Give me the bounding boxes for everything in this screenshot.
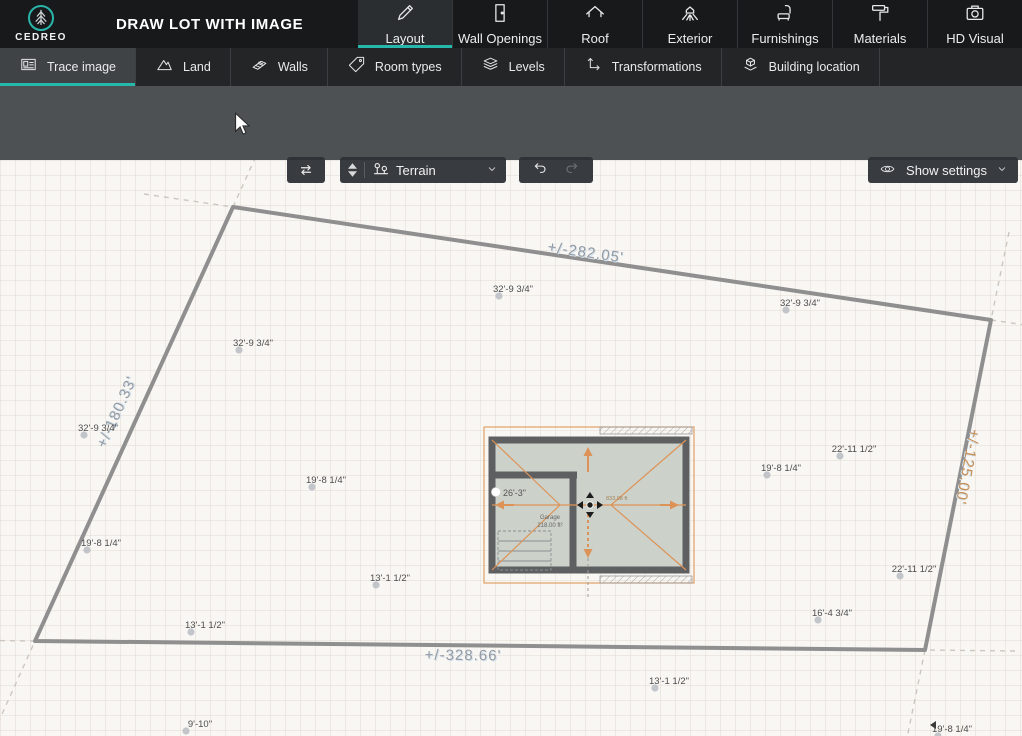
elevation-point-label: 13'-1 1/2" <box>370 573 410 584</box>
elevation-point-label: 19'-8 1/4" <box>932 724 972 735</box>
tab-hd-visual[interactable]: HD Visual <box>928 0 1022 48</box>
elevation-point-label: 9'-10" <box>188 719 212 730</box>
app-header: CEDREO DRAW LOT WITH IMAGE Layout Wall Op… <box>0 0 1022 48</box>
furnishings-icon <box>774 2 796 29</box>
redo-button[interactable] <box>563 161 580 179</box>
walls-icon <box>250 55 269 79</box>
garage-dim-label: 26'-3" <box>503 488 526 498</box>
levels-icon <box>481 55 500 79</box>
subtab-walls[interactable]: Walls <box>231 48 328 86</box>
cedreo-logo[interactable]: CEDREO <box>8 2 74 46</box>
swap-arrows-icon <box>297 161 315 179</box>
subtab-label: Land <box>183 60 211 74</box>
chevron-down-icon <box>486 163 498 178</box>
spinner-down-icon[interactable] <box>348 171 357 177</box>
subtab-transformations[interactable]: Transformations <box>565 48 722 86</box>
subtab-label: Levels <box>509 60 545 74</box>
subtab-label: Walls <box>278 60 308 74</box>
elevation-point-label: 32'-9 3/4" <box>780 298 820 309</box>
door-icon <box>489 2 511 29</box>
tab-furnishings[interactable]: Furnishings <box>738 0 833 48</box>
replace-image-button[interactable] <box>287 157 325 183</box>
layout-sub-toolbar: Trace image Land Walls Room types Levels Tran… <box>0 48 1022 86</box>
subtab-label: Transformations <box>612 60 702 74</box>
redo-icon <box>563 161 580 176</box>
main-nav-tabs: Layout Wall Openings Roof Exterior Furnishin… <box>358 0 1022 48</box>
site-plan-canvas[interactable]: +/-282.05' +/-180.33' +/-125.00' +/-328.66'… <box>0 160 1022 736</box>
elevation-point-label: 22'-11 1/2" <box>832 444 877 455</box>
elevation-point-label: 19'-8 1/4" <box>81 538 121 549</box>
paint-roller-icon <box>869 2 891 29</box>
building-footprint[interactable]: 26'-3" 833.98 ft Garage 218.00 ft² <box>484 427 694 600</box>
house-area-label: 833.98 ft <box>606 496 628 502</box>
elevation-point-label: 13'-1 1/2" <box>649 676 689 687</box>
tab-label: Roof <box>581 31 608 46</box>
hatched-strip-bottom <box>600 576 692 583</box>
exterior-icon <box>679 2 701 29</box>
subtab-levels[interactable]: Levels <box>462 48 565 86</box>
tool-options-panel <box>0 86 1022 160</box>
eye-icon <box>878 161 897 180</box>
tab-label: Exterior <box>668 31 713 46</box>
tab-label: Wall Openings <box>458 31 542 46</box>
dim-handle-dot[interactable] <box>492 488 501 497</box>
transformations-icon <box>584 55 603 79</box>
undo-redo-group <box>519 157 593 183</box>
undo-icon <box>532 161 549 176</box>
camera-icon <box>964 2 986 29</box>
logo-wordmark: CEDREO <box>8 33 74 43</box>
subtab-label: Building location <box>769 60 860 74</box>
lot-edge-dimension: +/-282.05' <box>546 239 624 267</box>
hatched-strip-top <box>600 427 692 434</box>
level-selector-value: Terrain <box>396 163 486 178</box>
elevation-point-label: 32'-9 3/4" <box>233 338 273 349</box>
building-location-icon <box>741 55 760 79</box>
tab-label: Layout <box>385 31 424 46</box>
tab-label: Materials <box>854 31 907 46</box>
room-area-label: 218.00 ft² <box>537 523 562 529</box>
chevron-down-icon <box>996 163 1008 178</box>
tab-label: Furnishings <box>751 31 818 46</box>
lot-edge-dimension: +/-125.00' <box>952 428 983 506</box>
tree-logo-icon <box>26 3 56 33</box>
tab-exterior[interactable]: Exterior <box>643 0 738 48</box>
page-title: DRAW LOT WITH IMAGE <box>116 0 303 48</box>
subtab-land[interactable]: Land <box>136 48 231 86</box>
room-name-label: Garage <box>540 515 561 521</box>
elevation-point-label: 16'-4 3/4" <box>812 608 852 619</box>
trace-image-icon <box>19 55 38 79</box>
show-settings-button[interactable]: Show settings <box>868 157 1018 183</box>
subtab-trace-image[interactable]: Trace image <box>0 48 136 86</box>
lot-edge-dimension: +/-328.66' <box>425 647 502 665</box>
tab-layout[interactable]: Layout <box>358 0 453 48</box>
land-icon <box>155 55 174 79</box>
tab-label: HD Visual <box>946 31 1004 46</box>
subtab-building-location[interactable]: Building location <box>722 48 880 86</box>
divider <box>364 162 365 178</box>
elevation-point-label: 19'-8 1/4" <box>761 463 801 474</box>
undo-button[interactable] <box>532 161 549 179</box>
tab-wall-openings[interactable]: Wall Openings <box>453 0 548 48</box>
roof-icon <box>584 2 606 29</box>
level-spinner[interactable] <box>348 163 357 177</box>
spinner-up-icon[interactable] <box>348 163 357 169</box>
elevation-point-label: 19'-8 1/4" <box>306 475 346 486</box>
level-selector-dropdown[interactable]: Terrain <box>340 157 506 183</box>
subtab-label: Room types <box>375 60 442 74</box>
subbar-filler <box>880 48 1022 86</box>
lot-edge-dimension: +/-180.33' <box>93 374 140 451</box>
show-settings-label: Show settings <box>906 163 987 178</box>
elevation-point-label: 22'-11 1/2" <box>892 564 937 575</box>
room-types-icon <box>347 55 366 79</box>
tab-roof[interactable]: Roof <box>548 0 643 48</box>
tab-materials[interactable]: Materials <box>833 0 928 48</box>
elevation-point-label: 32'-9 3/4" <box>493 284 533 295</box>
elevation-point-label: 13'-1 1/2" <box>185 620 225 631</box>
pencil-icon <box>394 2 416 29</box>
subtab-label: Trace image <box>47 60 116 74</box>
subtab-room-types[interactable]: Room types <box>328 48 462 86</box>
terrain-level-icon <box>373 161 390 179</box>
elevation-point-label: 32'-9 3/4" <box>78 423 118 434</box>
